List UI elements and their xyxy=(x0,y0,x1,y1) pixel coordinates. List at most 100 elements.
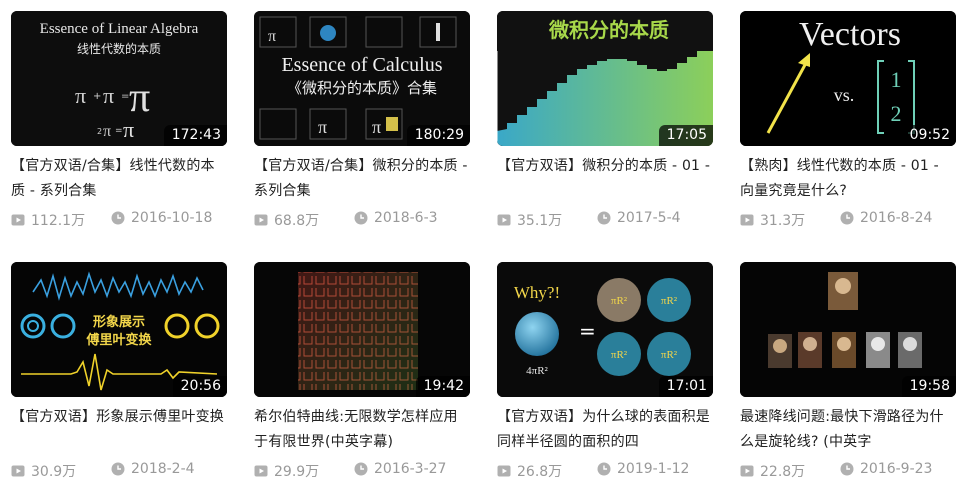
video-meta: 112.1万 2016-10-18 xyxy=(11,210,227,230)
view-count: 26.8万 xyxy=(497,461,562,481)
thumb-line2: 《微积分的本质》合集 xyxy=(287,79,437,97)
svg-text:π: π xyxy=(129,75,150,121)
upload-date: 2016-8-24 xyxy=(840,210,932,226)
video-thumbnail[interactable]: π Essence of Calculus 《微积分的本质》合集 π π 180… xyxy=(254,11,470,146)
thumb-line1: 形象展示 xyxy=(93,314,145,330)
date-text: 2016-8-24 xyxy=(860,210,933,226)
thumb-line2: vs. xyxy=(834,85,855,105)
video-duration: 20:56 xyxy=(172,376,227,397)
views-text: 68.8万 xyxy=(274,213,320,229)
video-duration: 19:42 xyxy=(415,376,470,397)
video-title[interactable]: 【官方双语/合集】线性代数的本质 - 系列合集 xyxy=(11,154,227,204)
clock-icon xyxy=(840,211,854,225)
thumb-line3: 1 xyxy=(891,67,902,92)
play-icon xyxy=(254,465,268,477)
video-card[interactable]: π Essence of Calculus 《微积分的本质》合集 π π 180… xyxy=(254,11,470,230)
thumb-line2: 线性代数的本质 xyxy=(77,41,161,56)
thumb-line4: 2 xyxy=(891,101,902,126)
date-text: 2016-10-18 xyxy=(131,210,213,226)
svg-text:π: π xyxy=(123,117,134,142)
thumb-line2: 4πR² xyxy=(526,365,548,377)
video-title[interactable]: 【官方双语】为什么球的表面积是同样半径圆的面积的四 xyxy=(497,405,713,455)
svg-text:2: 2 xyxy=(97,127,102,136)
video-title[interactable]: 【官方双语】微积分的本质 - 01 - xyxy=(497,154,713,204)
thumb-line1: Essence of Linear Algebra xyxy=(40,21,199,37)
svg-text:π: π xyxy=(75,83,86,108)
play-icon xyxy=(740,214,754,226)
video-thumbnail[interactable]: Vectors vs. 1 2 09:52 xyxy=(740,11,956,146)
video-thumbnail[interactable]: 形象展示 傅里叶变换 20:56 xyxy=(11,262,227,397)
video-meta: 29.9万 2016-3-27 xyxy=(254,461,470,481)
svg-text:πR²: πR² xyxy=(611,349,628,361)
video-card[interactable]: 微积分的本质 17:05 【官方双语】微积分的本质 - 01 - 35.1万 2… xyxy=(497,11,713,230)
date-text: 2016-3-27 xyxy=(374,461,447,477)
upload-date: 2016-3-27 xyxy=(354,461,446,477)
video-meta: 31.3万 2016-8-24 xyxy=(740,210,956,230)
video-thumbnail[interactable]: Essence of Linear Algebra 线性代数的本质 π + π … xyxy=(11,11,227,146)
play-icon xyxy=(497,465,511,477)
svg-text:πR²: πR² xyxy=(661,349,678,361)
thumb-line3: πR² xyxy=(611,295,628,307)
clock-icon xyxy=(597,462,611,476)
date-text: 2019-1-12 xyxy=(617,461,690,477)
svg-text:π: π xyxy=(268,28,276,45)
svg-text:πR²: πR² xyxy=(661,295,678,307)
video-title[interactable]: 【熟肉】线性代数的本质 - 01 - 向量究竟是什么? xyxy=(740,154,956,204)
video-card[interactable]: Essence of Linear Algebra 线性代数的本质 π + π … xyxy=(11,11,227,230)
thumb-line1: 微积分的本质 xyxy=(548,18,669,42)
date-text: 2016-9-23 xyxy=(860,461,933,477)
clock-icon xyxy=(111,462,125,476)
video-card[interactable]: Why?! 4πR² = πR² πR² πR² πR² 17:01 【官方双语… xyxy=(497,262,713,481)
upload-date: 2019-1-12 xyxy=(597,461,689,477)
view-count: 31.3万 xyxy=(740,210,805,230)
video-card[interactable]: Vectors vs. 1 2 09:52 【熟肉】线性代数的本质 - 01 -… xyxy=(740,11,956,230)
video-title[interactable]: 【官方双语/合集】微积分的本质 - 系列合集 xyxy=(254,154,470,204)
video-duration: 172:43 xyxy=(163,125,227,146)
video-title[interactable]: 希尔伯特曲线:无限数学怎样应用于有限世界(中英字幕) xyxy=(254,405,470,455)
video-title[interactable]: 最速降线问题:最快下滑路径为什么是旋轮线? (中英字 xyxy=(740,405,956,455)
video-grid: Essence of Linear Algebra 线性代数的本质 π + π … xyxy=(0,0,964,481)
video-thumbnail[interactable]: Why?! 4πR² = πR² πR² πR² πR² 17:01 xyxy=(497,262,713,397)
svg-text:π: π xyxy=(318,117,327,137)
video-card[interactable]: 19:58 最速降线问题:最快下滑路径为什么是旋轮线? (中英字 22.8万 2… xyxy=(740,262,956,481)
video-duration: 19:58 xyxy=(901,376,956,397)
view-count: 112.1万 xyxy=(11,210,85,230)
view-count: 29.9万 xyxy=(254,461,319,481)
date-text: 2018-6-3 xyxy=(374,210,438,226)
play-icon xyxy=(740,465,754,477)
thumb-line2: 傅里叶变换 xyxy=(85,332,152,348)
date-text: 2018-2-4 xyxy=(131,461,195,477)
video-title[interactable]: 【官方双语】形象展示傅里叶变换 xyxy=(11,405,227,455)
video-meta: 68.8万 2018-6-3 xyxy=(254,210,470,230)
views-text: 22.8万 xyxy=(760,464,806,480)
video-card[interactable]: 19:42 希尔伯特曲线:无限数学怎样应用于有限世界(中英字幕) 29.9万 2… xyxy=(254,262,470,481)
views-text: 112.1万 xyxy=(31,213,86,229)
video-thumbnail[interactable]: 19:42 xyxy=(254,262,470,397)
video-thumbnail[interactable]: 微积分的本质 17:05 xyxy=(497,11,713,146)
video-duration: 17:01 xyxy=(658,376,713,397)
views-text: 31.3万 xyxy=(760,213,806,229)
thumb-line1: Why?! xyxy=(514,283,560,302)
play-icon xyxy=(254,214,268,226)
upload-date: 2016-10-18 xyxy=(111,210,212,226)
play-icon xyxy=(497,214,511,226)
view-count: 68.8万 xyxy=(254,210,319,230)
video-card[interactable]: 形象展示 傅里叶变换 20:56 【官方双语】形象展示傅里叶变换 30.9万 2… xyxy=(11,262,227,481)
video-duration: 09:52 xyxy=(901,125,956,146)
views-text: 29.9万 xyxy=(274,464,320,480)
play-icon xyxy=(11,465,25,477)
video-duration: 17:05 xyxy=(658,125,713,146)
video-meta: 22.8万 2016-9-23 xyxy=(740,461,956,481)
video-meta: 26.8万 2019-1-12 xyxy=(497,461,713,481)
svg-text:π: π xyxy=(103,83,114,108)
views-text: 30.9万 xyxy=(31,464,77,480)
clock-icon xyxy=(354,462,368,476)
svg-text:=: = xyxy=(115,126,123,136)
video-meta: 35.1万 2017-5-4 xyxy=(497,210,713,230)
video-thumbnail[interactable]: 19:58 xyxy=(740,262,956,397)
svg-text:π: π xyxy=(372,117,381,137)
views-text: 35.1万 xyxy=(517,213,563,229)
svg-text:=: = xyxy=(579,319,596,343)
svg-text:+: + xyxy=(93,91,101,102)
view-count: 30.9万 xyxy=(11,461,76,481)
